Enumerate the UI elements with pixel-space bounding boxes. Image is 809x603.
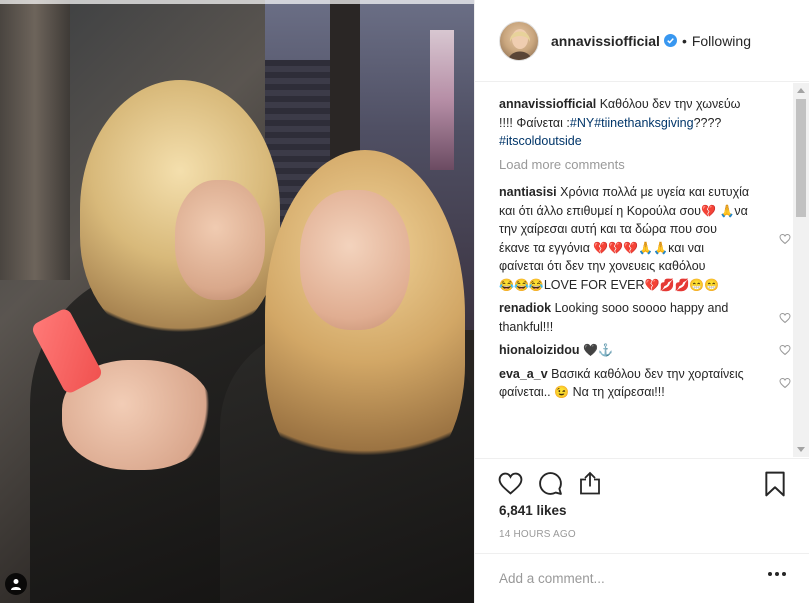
post-photo[interactable] <box>0 0 474 603</box>
laugh-emoji-group: 😂😂😂 <box>499 277 544 292</box>
photo-top-edge <box>0 0 474 4</box>
load-more-comments[interactable]: Load more comments <box>499 156 795 175</box>
avatar[interactable] <box>499 20 539 61</box>
post-caption: annavissiofficial Καθόλου δεν την χωνεύω… <box>499 95 795 151</box>
scroll-up-arrow[interactable] <box>797 88 805 93</box>
caption-hashtags[interactable]: #NY#tiinethanksgiving <box>570 116 694 130</box>
following-button[interactable]: Following <box>692 33 751 49</box>
comment-item: nantiasisi Χρόνια πολλά με υγεία και ευτ… <box>499 183 795 294</box>
caption-after: ???? <box>693 115 722 130</box>
comments-scrollbar[interactable] <box>793 83 809 457</box>
comment-username[interactable]: eva_a_v <box>499 367 548 381</box>
caption-username[interactable]: annavissiofficial <box>499 97 596 111</box>
photo-face-left <box>175 180 265 300</box>
bookmark-icon <box>765 471 785 497</box>
comment-item: renadiok Looking sooo soooo happy and th… <box>499 299 795 336</box>
anchor-emoji: ⚓ <box>597 343 613 357</box>
comment-like-icon[interactable] <box>779 344 791 356</box>
end-emoji-group: 💔💋💋😁😁 <box>644 277 720 292</box>
action-bar <box>475 458 809 508</box>
verified-badge-icon <box>663 34 677 47</box>
tag-user-icon[interactable] <box>5 573 27 595</box>
comment-text-2: Να τη χαίρεσαι!!! <box>572 385 665 399</box>
header-username[interactable]: annavissiofficial <box>551 33 660 49</box>
photo-face-right <box>300 190 410 330</box>
comment-item: eva_a_v Βασικά καθόλου δεν την χορταίνει… <box>499 365 795 402</box>
photo-tower <box>430 30 454 170</box>
comment-like-icon[interactable] <box>779 233 791 245</box>
comment-like-icon[interactable] <box>779 312 791 324</box>
comment-username[interactable]: hionaloizidou <box>499 343 580 357</box>
photo-curtain <box>0 0 70 280</box>
emoji-group: 💔💔💔🙏🙏 <box>593 240 669 255</box>
separator-dot: • <box>681 32 687 49</box>
share-icon <box>580 471 600 495</box>
comment-button[interactable] <box>537 471 563 497</box>
save-button[interactable] <box>764 471 788 497</box>
wink-emoji: 😉 <box>554 385 570 399</box>
pray-emoji: 🙏 <box>719 203 735 218</box>
post-sidebar: annavissiofficial • Following annavissio… <box>474 0 809 603</box>
comments-list: annavissiofficial Καθόλου δεν την χωνεύω… <box>475 83 795 457</box>
comment-icon <box>538 472 562 495</box>
post-timestamp[interactable]: 14 HOURS AGO <box>499 529 576 540</box>
caption-hashtag-cold[interactable]: #itscoldoutside <box>499 134 582 148</box>
scroll-thumb[interactable] <box>796 99 806 217</box>
scroll-down-arrow[interactable] <box>797 447 805 452</box>
broken-heart-emoji: 💔 <box>701 203 716 218</box>
comment-username[interactable]: nantiasisi <box>499 185 557 199</box>
heart-emoji: 🖤 <box>583 343 598 357</box>
likes-count[interactable]: 6,841 likes <box>499 503 567 518</box>
comment-input[interactable] <box>499 571 739 586</box>
comment-username[interactable]: renadiok <box>499 301 551 315</box>
heart-icon <box>498 472 522 495</box>
more-options-icon[interactable] <box>768 572 786 576</box>
comment-item: hionaloizidou 🖤⚓ <box>499 341 795 360</box>
like-button[interactable] <box>497 471 523 497</box>
add-comment-bar <box>475 553 809 603</box>
share-button[interactable] <box>577 471 603 497</box>
comment-text-4: LOVE FOR EVER <box>543 277 645 292</box>
comment-like-icon[interactable] <box>779 377 791 389</box>
post-header: annavissiofficial • Following <box>475 0 809 82</box>
